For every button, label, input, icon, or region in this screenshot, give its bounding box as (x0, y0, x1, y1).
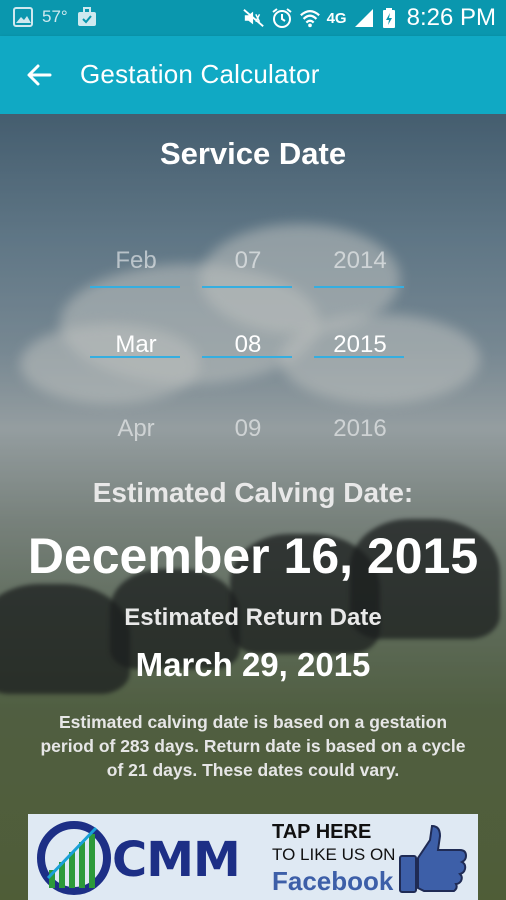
year-picker[interactable]: 2014 2015 2016 (314, 219, 406, 471)
month-prev[interactable]: Feb (90, 219, 182, 303)
month-selected[interactable]: Mar (90, 303, 182, 387)
picker-divider (202, 286, 292, 288)
day-next[interactable]: 09 (202, 387, 294, 471)
month-picker[interactable]: Feb Mar Apr (90, 219, 182, 471)
return-date-value: March 29, 2015 (135, 646, 371, 683)
day-prev[interactable]: 07 (202, 219, 294, 303)
year-next[interactable]: 2016 (314, 387, 406, 471)
day-picker[interactable]: 07 08 09 (202, 219, 294, 471)
alarm-icon (271, 8, 292, 28)
year-prev[interactable]: 2014 (314, 219, 406, 303)
calving-date-label: Estimated Calving Date: (92, 477, 414, 508)
signal-icon (354, 9, 373, 27)
month-next[interactable]: Apr (90, 387, 182, 471)
picker-divider (90, 286, 180, 288)
gallery-icon (13, 7, 33, 27)
disclaimer-note: Estimated calving date is based on a ges… (40, 712, 466, 780)
ad-facebook-text: Facebook (272, 866, 394, 896)
picker-divider (314, 356, 404, 358)
status-bar: 57° 4G 8:26 PM (0, 0, 506, 36)
cmm-logo-icon (37, 821, 111, 895)
network-type: 4G (326, 9, 347, 27)
briefcase-icon (77, 7, 96, 26)
clock-time: 8:26 PM (406, 4, 496, 31)
picker-divider (314, 286, 404, 288)
return-date-label: Estimated Return Date (124, 604, 382, 631)
calculator-content: Service Date Feb Mar Apr 07 08 09 2014 2… (0, 114, 506, 900)
day-selected[interactable]: 08 (202, 303, 294, 387)
back-arrow-icon[interactable] (22, 58, 56, 92)
ad-tap-text: TAP HERE (272, 821, 372, 843)
app-title: Gestation Calculator (80, 59, 320, 89)
calving-date-value: December 16, 2015 (27, 528, 479, 584)
ad-brand-text: CMM (112, 832, 241, 888)
mute-icon (242, 9, 264, 27)
facebook-ad-banner[interactable]: CMM TAP HERE TO LIKE US ON Facebook (28, 814, 478, 900)
wifi-icon (299, 10, 320, 28)
ad-like-text: TO LIKE US ON (272, 845, 396, 864)
year-selected[interactable]: 2015 (314, 303, 406, 387)
battery-charging-icon (382, 8, 395, 28)
picker-divider (202, 356, 292, 358)
service-date-title: Service Date (159, 136, 347, 171)
app-bar: Gestation Calculator (0, 36, 506, 114)
thumbs-up-icon (399, 824, 468, 893)
temperature-text: 57° (42, 7, 68, 26)
picker-divider (90, 356, 180, 358)
